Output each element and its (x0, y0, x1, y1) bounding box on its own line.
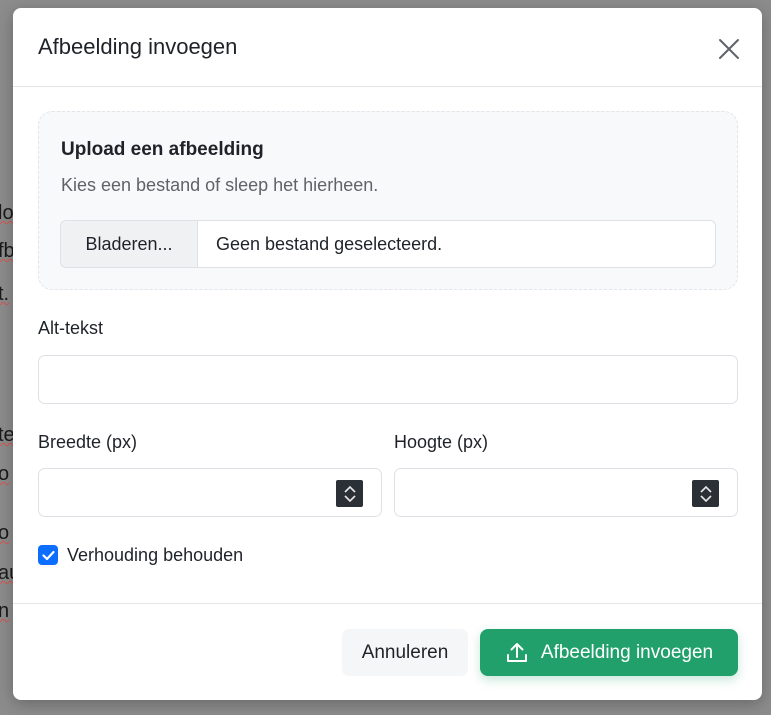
alt-text-input[interactable] (38, 355, 738, 404)
insert-image-label: Afbeelding invoegen (540, 641, 714, 663)
height-label: Hoogte (px) (394, 432, 489, 452)
height-input[interactable] (394, 468, 738, 517)
checkmark-icon (41, 550, 55, 560)
alt-text-label: Alt-tekst (38, 318, 104, 338)
close-button[interactable] (713, 33, 745, 65)
chevron-down-icon (343, 494, 356, 502)
background-text-fragment: o (0, 522, 10, 544)
width-label: Breedte (px) (38, 432, 138, 452)
insert-image-button[interactable]: Afbeelding invoegen (480, 629, 738, 676)
chevron-down-icon (699, 494, 712, 502)
close-icon (719, 39, 739, 59)
cancel-button[interactable]: Annuleren (342, 629, 468, 676)
upload-title: Upload een afbeelding (61, 139, 264, 160)
upload-description: Kies een bestand of sleep het hierheen. (61, 175, 379, 195)
file-input[interactable]: Bladeren... Geen bestand geselecteerd. (60, 220, 716, 268)
keep-aspect-checkbox[interactable] (38, 545, 58, 565)
chevron-up-icon (699, 485, 712, 493)
footer-divider (13, 603, 762, 604)
background-text-fragment: o (0, 463, 10, 485)
background-text-fragment: t. (0, 283, 10, 305)
dialog-header: Afbeelding invoegen (13, 8, 762, 87)
keep-aspect-label[interactable]: Verhouding behouden (67, 545, 243, 566)
width-stepper[interactable] (336, 480, 363, 507)
upload-icon (506, 642, 527, 662)
background-text-fragment: n (0, 600, 10, 622)
browse-button[interactable]: Bladeren... (61, 221, 198, 267)
background-text-fragment: lo (0, 202, 14, 224)
upload-dropzone[interactable]: Upload een afbeelding Kies een bestand o… (38, 111, 738, 290)
dialog-title: Afbeelding invoegen (38, 34, 238, 59)
height-stepper[interactable] (692, 480, 719, 507)
chevron-up-icon (343, 485, 356, 493)
width-input[interactable] (38, 468, 382, 517)
file-status: Geen bestand geselecteerd. (216, 233, 443, 254)
insert-image-dialog: Afbeelding invoegen Upload een afbeeldin… (13, 8, 762, 700)
